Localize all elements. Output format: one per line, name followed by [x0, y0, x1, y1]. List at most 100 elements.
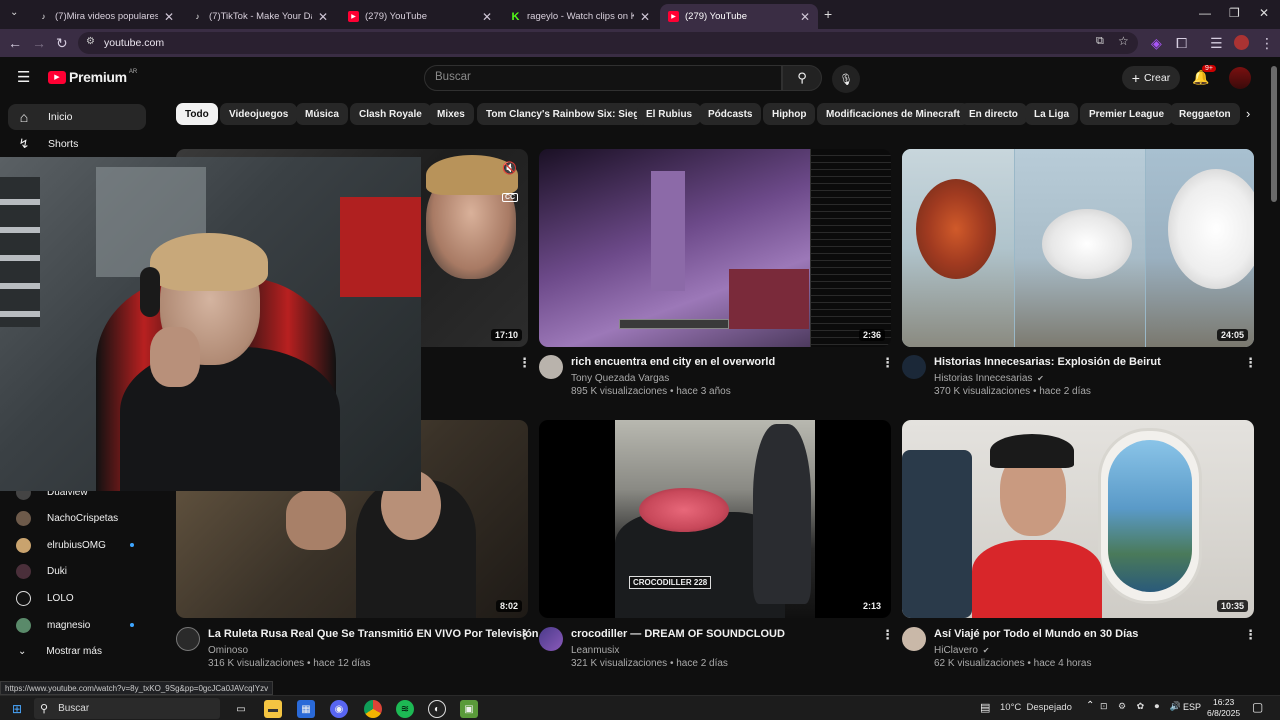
forward-icon[interactable]: → — [32, 35, 46, 51]
minecraft-icon[interactable]: ▣ — [460, 700, 478, 718]
mute-icon[interactable]: 🔇 — [502, 161, 517, 175]
task-view-icon[interactable]: ▭ — [232, 700, 250, 718]
chip-reggaeton[interactable]: Reggaeton — [1170, 103, 1240, 125]
chip-musica[interactable]: Música — [296, 103, 348, 125]
chip-podcasts[interactable]: Pódcasts — [699, 103, 762, 125]
closed-captions-icon[interactable]: CC — [502, 193, 519, 202]
create-button[interactable]: + Crear — [1122, 66, 1180, 90]
browser-tab-5[interactable]: ▶ (279) YouTube ✕ — [660, 4, 818, 29]
new-tab-icon[interactable]: + — [824, 6, 832, 22]
taskbar-search[interactable]: ⚲ Buscar — [34, 698, 220, 719]
close-tab-icon[interactable]: ✕ — [482, 10, 492, 24]
bookmark-star-icon[interactable]: ☆ — [1118, 34, 1129, 48]
channel-avatar[interactable] — [902, 627, 926, 651]
channel-avatar[interactable] — [902, 355, 926, 379]
video-title[interactable]: crocodiller — DREAM OF SOUNDCLOUD — [571, 628, 785, 640]
channel-avatar[interactable] — [539, 627, 563, 651]
close-tab-icon[interactable]: ✕ — [318, 10, 328, 24]
back-icon[interactable]: ← — [8, 35, 22, 51]
video-menu-icon[interactable]: ⋮ — [1244, 355, 1257, 371]
clock-time[interactable]: 16:23 — [1213, 697, 1234, 707]
browser-menu-icon[interactable]: ⋮ — [1260, 35, 1274, 52]
subscription-item-magnesio[interactable]: magnesio — [8, 614, 146, 636]
video-channel[interactable]: HiClavero ✔ — [934, 645, 989, 656]
chip-todo[interactable]: Todo — [176, 103, 218, 125]
minimize-icon[interactable]: — — [1199, 6, 1211, 20]
address-bar[interactable]: ⚙ youtube.com ⧉ ☆ — [78, 32, 1138, 54]
extensions-puzzle-icon[interactable]: ⧠ — [1176, 35, 1187, 52]
browser-tab-1[interactable]: ♪ (7)Mira videos populares selecc ✕ — [30, 4, 182, 29]
browser-tab-2[interactable]: ♪ (7)TikTok - Make Your Day ✕ — [184, 4, 336, 29]
close-tab-icon[interactable]: ✕ — [164, 10, 174, 24]
language-indicator[interactable]: ESP — [1183, 702, 1201, 712]
video-thumbnail[interactable]: 2:36 — [539, 149, 891, 347]
voice-search-button[interactable]: 🎙 — [832, 65, 860, 93]
chip-videojuegos[interactable]: Videojuegos — [220, 103, 298, 125]
extension-icon[interactable]: ◈ — [1151, 35, 1162, 52]
reload-icon[interactable]: ↻ — [56, 35, 68, 52]
close-window-icon[interactable]: ✕ — [1259, 6, 1269, 20]
subscription-item-duki[interactable]: Duki — [8, 560, 146, 582]
windows-start-icon[interactable]: ⊞ — [8, 700, 26, 718]
chip-minecraft-mods[interactable]: Modificaciones de Minecraft — [817, 103, 969, 125]
subscription-item-elrubiusomg[interactable]: elrubiusOMG — [8, 534, 146, 556]
weather-text[interactable]: 10°C Despejado — [1000, 702, 1072, 713]
video-thumbnail[interactable]: 24:05 — [902, 149, 1254, 347]
discord-icon[interactable]: ◉ — [330, 700, 348, 718]
browser-tab-4[interactable]: K rageylo - Watch clips on Kick ✕ — [502, 4, 658, 29]
file-explorer-icon[interactable]: ▬ — [264, 700, 282, 718]
video-menu-icon[interactable]: ⋮ — [1244, 627, 1257, 643]
video-channel[interactable]: Tony Quezada Vargas — [571, 373, 669, 384]
sidebar-item-shorts[interactable]: ↯ Shorts — [8, 131, 146, 157]
chip-premier-league[interactable]: Premier League — [1080, 103, 1174, 125]
page-scrollbar[interactable] — [1271, 66, 1277, 202]
close-tab-icon[interactable]: ✕ — [640, 10, 650, 24]
video-thumbnail[interactable]: 10:35 — [902, 420, 1254, 618]
chrome-icon[interactable] — [364, 700, 382, 718]
chip-clash-royale[interactable]: Clash Royale — [350, 103, 431, 125]
video-thumbnail[interactable]: CROCODILLER 228 2:13 — [539, 420, 891, 618]
channel-avatar[interactable] — [539, 355, 563, 379]
chip-la-liga[interactable]: La Liga — [1025, 103, 1079, 125]
close-tab-icon[interactable]: ✕ — [800, 10, 810, 24]
video-channel[interactable]: Historias Innecesarias ✔ — [934, 373, 1044, 384]
youtube-logo[interactable]: ▶ Premium AR — [48, 69, 137, 85]
video-channel[interactable]: Ominoso — [208, 645, 248, 656]
microsoft-store-icon[interactable]: ▦ — [297, 700, 315, 718]
chip-el-rubius[interactable]: El Rubius — [637, 103, 702, 125]
video-menu-icon[interactable]: ⋮ — [881, 355, 894, 371]
video-title[interactable]: Historias Innecesarias: Explosión de Bei… — [934, 356, 1161, 368]
chip-mixes[interactable]: Mixes — [428, 103, 474, 125]
obs-icon[interactable]: ◐ — [428, 700, 446, 718]
site-info-icon[interactable]: ⚙ — [86, 36, 95, 47]
subscription-item-nachocrispetas[interactable]: NachoCrispetas — [8, 507, 146, 529]
install-app-icon[interactable]: ⧉ — [1096, 35, 1104, 48]
chips-next-icon[interactable]: › — [1246, 106, 1250, 121]
chip-hiphop[interactable]: Hiphop — [763, 103, 816, 125]
search-button[interactable]: ⚲ — [782, 65, 822, 91]
tray-chevron-icon[interactable]: ⌃ — [1086, 700, 1094, 711]
profile-avatar[interactable] — [1234, 35, 1249, 50]
video-title[interactable]: Así Viajé por Todo el Mundo en 30 Días — [934, 628, 1138, 640]
browser-tab-3[interactable]: ▶ (279) YouTube ✕ — [340, 4, 500, 29]
notification-center-icon[interactable]: ▢ — [1252, 700, 1263, 714]
video-menu-icon[interactable]: ⋮ — [518, 355, 531, 371]
search-input[interactable] — [425, 66, 781, 88]
restore-icon[interactable]: ❐ — [1229, 6, 1240, 20]
spotify-icon[interactable]: ≋ — [396, 700, 414, 718]
chip-rainbow-six[interactable]: Tom Clancy's Rainbow Six: Siege — [477, 103, 654, 125]
notifications-button[interactable]: 🔔 9+ — [1192, 65, 1216, 87]
tray-icons[interactable]: ⊡ ⚙ ✿ ⏺ 🔊 — [1100, 701, 1185, 712]
chip-en-directo[interactable]: En directo — [960, 103, 1027, 125]
video-title[interactable]: rich encuentra end city en el overworld — [571, 356, 775, 368]
video-menu-icon[interactable]: ⋮ — [518, 627, 531, 643]
show-more-button[interactable]: ⌄ Mostrar más — [8, 640, 146, 662]
account-avatar[interactable] — [1229, 67, 1251, 89]
channel-avatar[interactable] — [176, 627, 200, 651]
subscription-item-lolo[interactable]: LOLO — [8, 587, 146, 609]
video-menu-icon[interactable]: ⋮ — [881, 627, 894, 643]
hamburger-menu-icon[interactable]: ☰ — [17, 68, 30, 86]
reading-list-icon[interactable]: ☰ — [1210, 35, 1223, 52]
video-channel[interactable]: Leanmusix — [571, 645, 619, 656]
clock-date[interactable]: 6/8/2025 — [1207, 708, 1240, 718]
